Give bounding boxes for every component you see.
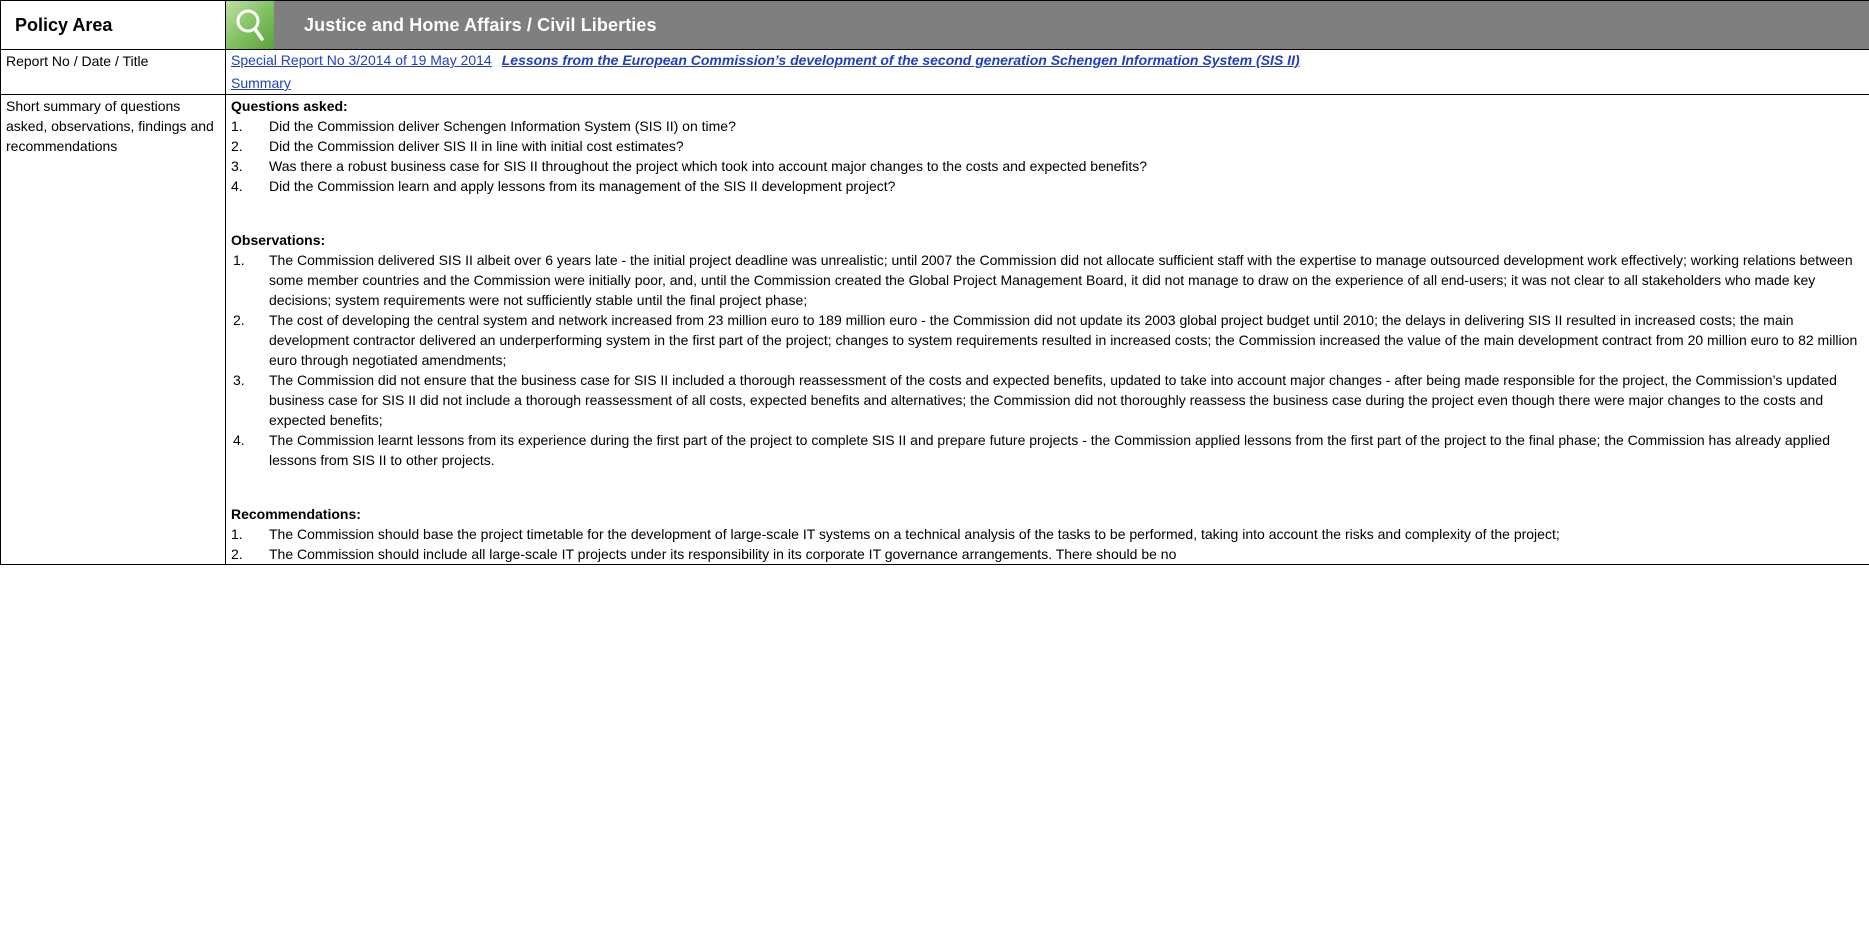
summary-row: Short summary of questions asked, observ…: [0, 94, 1869, 565]
list-item: 2. The cost of developing the central sys…: [233, 312, 1858, 368]
policy-area-banner: Justice and Home Affairs / Civil Liberti…: [225, 0, 1869, 50]
list-item: 2. The Commission should include all larg…: [231, 546, 1177, 562]
magnifier-icon: [226, 1, 274, 49]
report-content: Special Report No 3/2014 of 19 May 2014 L…: [225, 49, 1869, 95]
list-item: 1. Did the Commission deliver Schengen In…: [231, 118, 736, 134]
report-link[interactable]: Special Report No 3/2014 of 19 May 2014: [231, 52, 492, 68]
list-item: 4. The Commission learnt lessons from its…: [233, 432, 1830, 468]
list-item: 2. Did the Commission deliver SIS II in l…: [231, 138, 684, 154]
header-row: Policy Area Justice and Home Affairs / C…: [0, 0, 1869, 50]
report-title-link[interactable]: Lessons from the European Commission’s d…: [502, 52, 1300, 68]
observations-list: 1. The Commission delivered SIS II albeit…: [231, 250, 1864, 470]
recommendations-heading: Recommendations:: [231, 506, 361, 522]
list-item: 1. The Commission should base the project…: [231, 526, 1560, 542]
summary-label: Short summary of questions asked, observ…: [0, 94, 226, 565]
list-item: 3. Was there a robust business case for S…: [231, 158, 1148, 174]
questions-heading: Questions asked:: [231, 98, 348, 114]
summary-link[interactable]: Summary: [231, 75, 291, 91]
observations-heading: Observations:: [231, 232, 326, 248]
summary-content: Questions asked: 1. Did the Commission de…: [225, 94, 1869, 565]
report-row: Report No / Date / Title Special Report …: [0, 49, 1869, 95]
list-item: 3. The Commission did not ensure that the…: [233, 372, 1837, 428]
list-item: 1. The Commission delivered SIS II albeit…: [233, 252, 1853, 308]
recommendations-list: 1. The Commission should base the project…: [231, 524, 1864, 564]
list-item: 4. Did the Commission learn and apply les…: [231, 178, 896, 194]
report-label: Report No / Date / Title: [0, 49, 226, 95]
policy-document: Policy Area Justice and Home Affairs / C…: [0, 0, 1869, 565]
questions-list: 1. Did the Commission deliver Schengen In…: [231, 116, 1864, 196]
policy-table: Policy Area Justice and Home Affairs / C…: [0, 0, 1869, 565]
policy-area-title: Justice and Home Affairs / Civil Liberti…: [304, 14, 657, 35]
policy-area-label: Policy Area: [0, 0, 226, 50]
